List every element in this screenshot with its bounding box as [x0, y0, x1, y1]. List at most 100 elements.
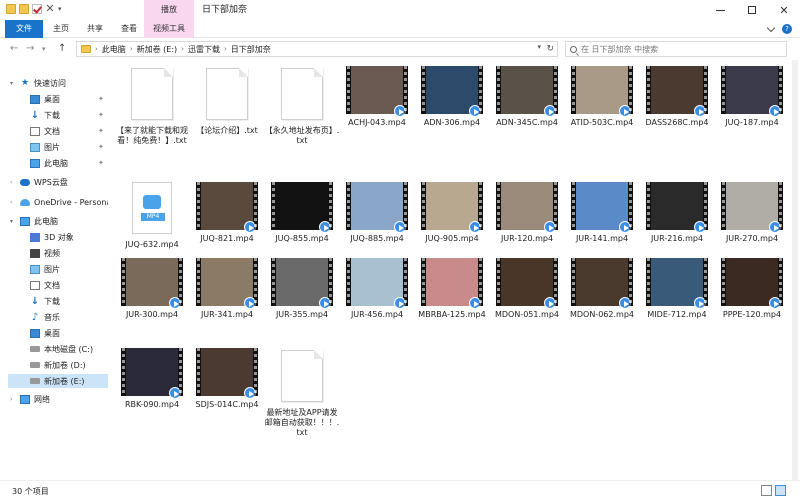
breadcrumb-this-pc[interactable]: 此电脑	[102, 44, 126, 55]
sidebar-item[interactable]: 本地磁盘 (C:)	[8, 342, 108, 356]
sidebar-item[interactable]: 新加卷 (D:)	[8, 358, 108, 372]
sidebar-item[interactable]: ▾ 此电脑	[8, 214, 108, 228]
expand-ribbon-icon[interactable]	[766, 23, 776, 32]
file-item[interactable]: JUQ-821.mp4	[189, 182, 265, 244]
file-item[interactable]: MDON-062.mp4	[564, 258, 640, 320]
file-item[interactable]: JUR-300.mp4	[114, 258, 190, 320]
recent-locations-icon[interactable]: ▾	[42, 42, 46, 56]
sidebar-item[interactable]: › OneDrive - Persona	[8, 195, 108, 209]
sidebar-item[interactable]: 视频	[8, 246, 108, 260]
video-thumbnail	[346, 182, 408, 233]
file-item[interactable]: PPPE-120.mp4	[714, 258, 790, 320]
expand-chevron-icon[interactable]: ›	[10, 179, 12, 186]
file-item[interactable]: JUR-120.mp4	[489, 182, 565, 244]
file-item[interactable]: JUR-355.mp4	[264, 258, 340, 320]
sidebar-item[interactable]: ↓ 下载 ✦	[8, 108, 108, 122]
sidebar-item[interactable]: 图片 ✦	[8, 140, 108, 154]
file-item[interactable]: MDON-051.mp4	[489, 258, 565, 320]
details-view-icon[interactable]	[761, 485, 772, 496]
file-item[interactable]: JUR-456.mp4	[339, 258, 415, 320]
file-item[interactable]: MBRBA-125.mp4	[414, 258, 490, 320]
file-item[interactable]: JUR-216.mp4	[639, 182, 715, 244]
tab-video-tools[interactable]: 视频工具	[144, 20, 194, 38]
expand-chevron-icon[interactable]: ›	[10, 199, 12, 206]
sidebar-item[interactable]: 桌面	[8, 326, 108, 340]
wps-cloud-icon	[20, 178, 30, 186]
sidebar-item[interactable]: ♪ 音乐	[8, 310, 108, 324]
vertical-scrollbar[interactable]	[792, 60, 798, 480]
sidebar-item[interactable]: 文档	[8, 278, 108, 292]
file-item[interactable]: JUQ-905.mp4	[414, 182, 490, 244]
forward-arrow-icon[interactable]: →	[26, 42, 34, 56]
file-name: JUR-270.mp4	[725, 234, 779, 243]
file-item[interactable]: JUQ-187.mp4	[714, 66, 790, 128]
expand-chevron-icon[interactable]: ›	[10, 396, 12, 403]
sidebar-item[interactable]: 3D 对象	[8, 230, 108, 244]
play-icon	[169, 297, 181, 309]
back-arrow-icon[interactable]: ←	[10, 42, 18, 56]
tab-view[interactable]: 查看	[112, 20, 146, 38]
file-item[interactable]: JUR-341.mp4	[189, 258, 265, 320]
play-icon	[694, 221, 706, 233]
file-item[interactable]: JUR-141.mp4	[564, 182, 640, 244]
file-item[interactable]: ADN-345C.mp4	[489, 66, 565, 128]
breadcrumb-downloads[interactable]: 迅雷下载	[188, 44, 220, 55]
sidebar-item[interactable]: ▾ ★ 快速访问	[8, 76, 108, 90]
file-item[interactable]: 【论坛介绍】.txt	[189, 66, 265, 136]
close-button[interactable]: ✕	[768, 0, 800, 20]
play-icon	[544, 297, 556, 309]
help-icon[interactable]: ?	[782, 24, 792, 34]
play-icon	[469, 221, 481, 233]
file-item[interactable]: ATID-503C.mp4	[564, 66, 640, 128]
tab-home[interactable]: 主页	[44, 20, 78, 38]
sidebar-item[interactable]: › 网络	[8, 392, 108, 406]
file-item[interactable]: DASS268C.mp4	[639, 66, 715, 128]
large-icons-view-icon[interactable]	[775, 485, 786, 496]
chevron-down-icon[interactable]: ▾	[537, 43, 541, 51]
file-item[interactable]: MP4 JUQ-632.mp4	[114, 182, 190, 250]
customize-toolbar-icon[interactable]: ▾	[58, 4, 68, 14]
delete-icon[interactable]: ✕	[45, 3, 55, 14]
file-item[interactable]: 最新地址及APP请发邮箱自动获取！！！.txt	[264, 348, 340, 438]
expand-chevron-icon[interactable]: ▾	[10, 218, 13, 225]
sidebar-item[interactable]: 此电脑 ✦	[8, 156, 108, 170]
properties-icon[interactable]	[32, 4, 42, 14]
sidebar-item[interactable]: ↓ 下载	[8, 294, 108, 308]
maximize-button[interactable]	[736, 0, 768, 20]
context-tab-play[interactable]: 播放	[144, 0, 194, 20]
camera-icon	[143, 195, 161, 209]
file-item[interactable]: JUQ-885.mp4	[339, 182, 415, 244]
file-item[interactable]: MIDE-712.mp4	[639, 258, 715, 320]
tab-share[interactable]: 共享	[78, 20, 112, 38]
up-arrow-icon[interactable]: ↑	[58, 42, 66, 56]
file-item[interactable]: 【永久地址发布页】.txt	[264, 66, 340, 146]
video-thumbnail	[196, 348, 258, 399]
file-item[interactable]: JUQ-855.mp4	[264, 182, 340, 244]
tab-file[interactable]: 文件	[5, 20, 43, 38]
refresh-icon[interactable]: ↻	[546, 44, 554, 54]
breadcrumb-current-folder[interactable]: 日下部加奈	[231, 44, 271, 55]
play-icon	[769, 297, 781, 309]
breadcrumb-drive-e[interactable]: 新加卷 (E:)	[137, 44, 178, 55]
sidebar-item[interactable]: 新加卷 (E:)	[8, 374, 108, 388]
file-item[interactable]: RBK-090.mp4	[114, 348, 190, 410]
folder-icon[interactable]	[6, 4, 16, 14]
search-box[interactable]: 在 日下部加奈 中搜索	[565, 41, 787, 57]
file-item[interactable]: 【来了就能下载和观看！纯免费！】.txt	[114, 66, 190, 146]
sidebar-item[interactable]: 文档 ✦	[8, 124, 108, 138]
file-item[interactable]: SDJS-014C.mp4	[189, 348, 265, 410]
file-item[interactable]: JUR-270.mp4	[714, 182, 790, 244]
play-icon	[694, 105, 706, 117]
sidebar-item-label: 网络	[34, 394, 50, 404]
play-icon	[544, 105, 556, 117]
file-item[interactable]: ACHJ-043.mp4	[339, 66, 415, 128]
expand-chevron-icon[interactable]: ▾	[10, 80, 13, 87]
new-folder-icon[interactable]	[19, 4, 29, 14]
sidebar-item[interactable]: 图片	[8, 262, 108, 276]
file-item[interactable]: ADN-306.mp4	[414, 66, 490, 128]
play-icon	[769, 221, 781, 233]
address-bar[interactable]: › 此电脑 › 新加卷 (E:) › 迅雷下载 › 日下部加奈 ▾ ↻	[76, 41, 558, 57]
sidebar-item[interactable]: › WPS云盘	[8, 175, 108, 189]
sidebar-item[interactable]: 桌面 ✦	[8, 92, 108, 106]
minimize-button[interactable]	[704, 0, 736, 20]
